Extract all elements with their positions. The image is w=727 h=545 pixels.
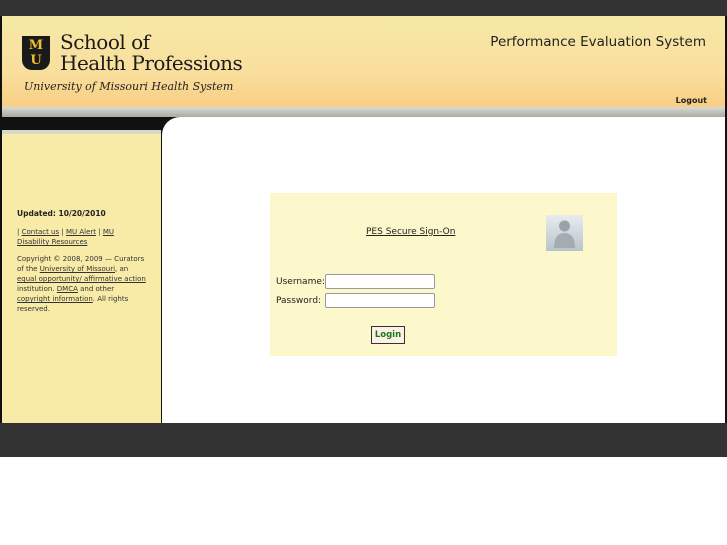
logout-link[interactable]: Logout — [676, 96, 707, 105]
app-title: Performance Evaluation System — [490, 34, 706, 50]
header-divider — [2, 107, 725, 117]
login-panel: PES Secure Sign-On Username: Password: L… — [270, 193, 617, 356]
mu-alert-link[interactable]: MU Alert — [66, 228, 96, 236]
top-bar — [0, 0, 727, 16]
user-icon — [546, 215, 583, 251]
sidebar-links: | Contact us | MU Alert | MU Disability … — [17, 228, 114, 246]
copyright-text: institution. — [17, 285, 57, 293]
dmca-link[interactable]: DMCA — [57, 285, 78, 293]
updated-date: Updated: 10/20/2010 — [17, 209, 106, 218]
university-name: University of Missouri Health System — [24, 80, 234, 93]
school-line2: Health Professions — [60, 51, 243, 75]
equal-opportunity-link[interactable]: equal opportunity/ affirmative action — [17, 275, 146, 283]
footer-bar — [0, 423, 727, 457]
password-input[interactable] — [325, 293, 435, 308]
username-label: Username: — [276, 277, 325, 287]
sign-on-title[interactable]: PES Secure Sign-On — [366, 227, 455, 237]
copyright-text: and other — [77, 285, 115, 293]
username-input[interactable] — [325, 274, 435, 289]
school-name: School of Health Professions — [60, 32, 243, 75]
mu-logo-icon: MU — [22, 36, 50, 70]
sidebar: Updated: 10/20/2010 | Contact us | MU Al… — [2, 130, 161, 423]
header: MU School of Health Professions Universit… — [2, 16, 725, 107]
login-button[interactable]: Login — [371, 326, 405, 344]
university-link[interactable]: University of Missouri — [40, 265, 115, 273]
main-content: PES Secure Sign-On Username: Password: L… — [162, 117, 725, 423]
copyright-info-link[interactable]: copyright information — [17, 295, 93, 303]
password-label: Password: — [276, 296, 322, 306]
contact-us-link[interactable]: Contact us — [22, 228, 60, 236]
copyright: Copyright © 2008, 2009 — Curators of the… — [17, 254, 147, 314]
copyright-text: , an — [115, 265, 129, 273]
